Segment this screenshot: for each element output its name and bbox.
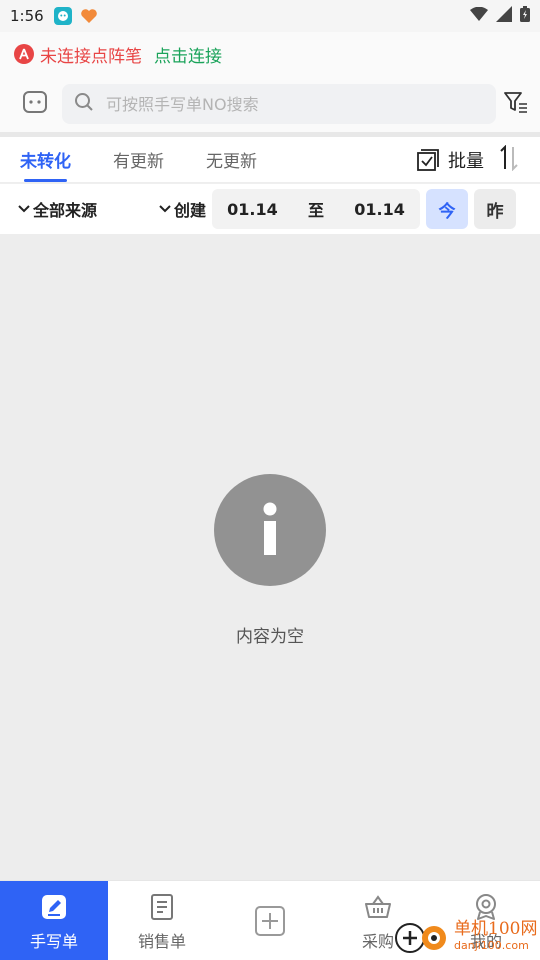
signal-icon xyxy=(496,6,512,26)
tab-label: 有更新 xyxy=(113,152,164,172)
status-bar: 1:56 xyxy=(0,0,540,32)
checkbox-icon xyxy=(416,148,440,172)
sort-icon xyxy=(498,144,520,175)
search-input[interactable] xyxy=(106,94,484,114)
search-row xyxy=(0,76,540,132)
chevron-down-icon xyxy=(18,204,30,214)
watermark-text: 单机100网 danji100.com xyxy=(454,919,538,952)
edit-note-icon xyxy=(40,890,68,924)
pen-connection-bar: 未连接点阵笔 点击连接 xyxy=(0,32,540,76)
watermark-name: 单机100网 xyxy=(454,919,538,939)
source-label: 全部来源 xyxy=(33,201,98,220)
yesterday-button[interactable]: 昨 xyxy=(474,189,517,229)
batch-label: 批量 xyxy=(448,150,484,172)
connect-pen-link[interactable]: 点击连接 xyxy=(154,42,222,67)
nav-label: 手写单 xyxy=(29,932,78,951)
chevron-down-icon xyxy=(159,204,171,214)
date-type-dropdown[interactable]: 创建 xyxy=(159,197,206,221)
tab-unconverted[interactable]: 未转化 xyxy=(20,137,71,183)
filter-button[interactable] xyxy=(502,84,530,124)
filter-icon xyxy=(503,90,529,118)
date-filter-row: 全部来源 创建 01.14 至 01.14 今 昨 xyxy=(0,184,540,234)
search-icon xyxy=(74,92,94,116)
empty-state-text: 内容为空 xyxy=(236,627,304,647)
date-type-label: 创建 xyxy=(174,201,207,220)
status-time: 1:56 xyxy=(10,7,44,25)
notification-heart-icon xyxy=(80,8,98,24)
date-to[interactable]: 01.14 xyxy=(354,200,405,219)
pen-status-text: 未连接点阵笔 xyxy=(40,46,142,67)
notification-app-icon xyxy=(53,7,72,25)
date-range-picker[interactable]: 01.14 至 01.14 xyxy=(212,189,421,229)
tab-label: 未转化 xyxy=(20,152,71,172)
today-button[interactable]: 今 xyxy=(426,189,469,229)
batch-button[interactable]: 批量 xyxy=(416,147,484,173)
nav-sales-orders[interactable]: 销售单 xyxy=(108,881,216,960)
date-separator: 至 xyxy=(308,201,325,220)
scan-button[interactable] xyxy=(10,84,60,124)
source-dropdown[interactable]: 全部来源 xyxy=(18,197,97,221)
nav-label: 销售单 xyxy=(137,932,186,951)
basket-icon xyxy=(364,890,392,924)
tab-updated[interactable]: 有更新 xyxy=(113,137,164,183)
date-from[interactable]: 01.14 xyxy=(227,200,278,219)
list-content: 内容为空 xyxy=(0,234,540,880)
watermark-logo-icon xyxy=(392,916,454,956)
nav-add[interactable] xyxy=(216,881,324,960)
info-icon xyxy=(214,474,326,586)
tab-no-update[interactable]: 无更新 xyxy=(206,137,257,183)
scan-icon xyxy=(22,90,48,118)
watermark-url: danji100.com xyxy=(454,939,529,952)
site-watermark: 单机100网 danji100.com xyxy=(392,914,540,958)
nav-handwritten-orders[interactable]: 手写单 xyxy=(0,881,108,960)
document-icon xyxy=(149,890,175,924)
pen-disconnected-icon xyxy=(14,44,34,64)
add-square-icon xyxy=(254,901,286,941)
battery-icon xyxy=(520,6,530,26)
search-box xyxy=(62,84,496,124)
status-tabs: 未转化 有更新 无更新 批量 xyxy=(0,137,540,183)
nav-label: 采购 xyxy=(361,932,394,951)
wifi-icon xyxy=(470,6,488,25)
tab-label: 无更新 xyxy=(206,152,257,172)
sort-button[interactable] xyxy=(498,144,520,175)
